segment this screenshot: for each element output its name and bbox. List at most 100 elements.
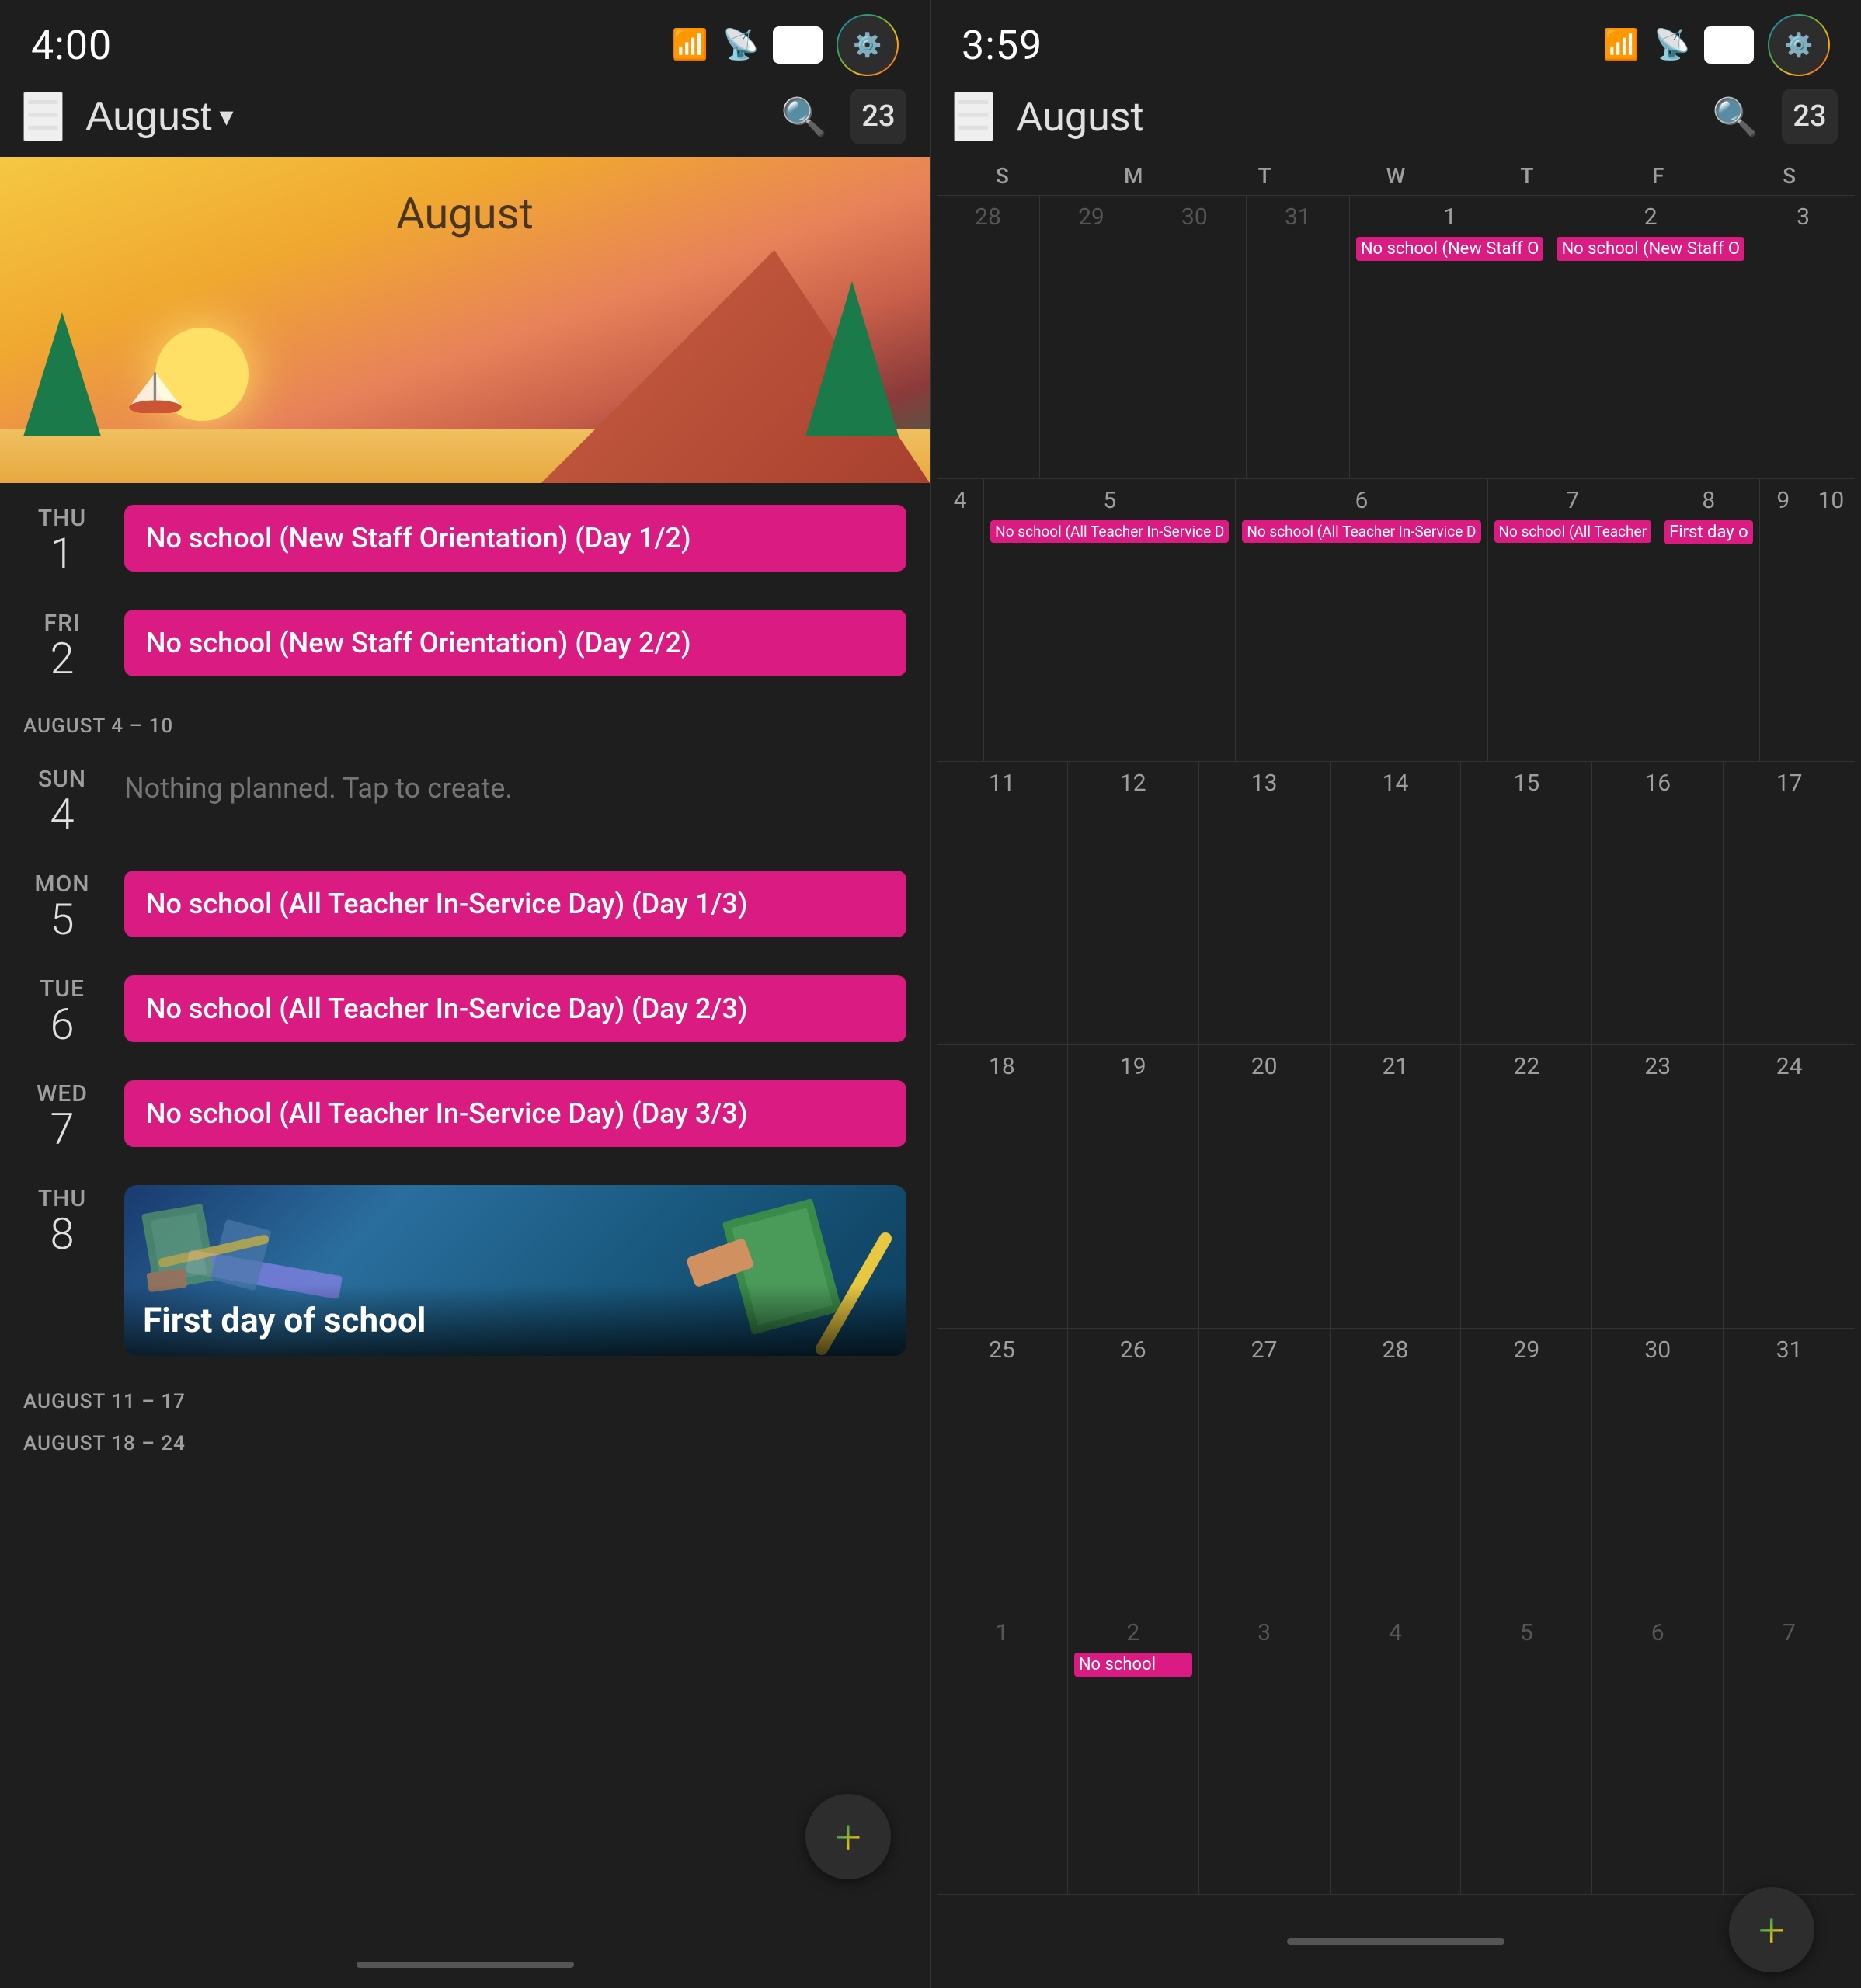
day-block-wed-7: WED 7 No school (All Teacher In-Service … [0, 1058, 930, 1163]
cal-cell-30[interactable]: 30 [1143, 196, 1247, 478]
right-status-bar: 3:59 📶 📡 97 ⚙️ [930, 0, 1861, 82]
weekday-sat: S [1724, 163, 1855, 189]
cal-cell-aug24[interactable]: 24 [1724, 1045, 1855, 1328]
cal-cell-aug20[interactable]: 20 [1199, 1045, 1331, 1328]
cal-cell-29[interactable]: 29 [1040, 196, 1143, 478]
cal-cell-sep3[interactable]: 3 [1199, 1611, 1331, 1894]
left-top-bar: ☰ August ▾ 🔍 23 [0, 82, 930, 157]
calendar-grid: 28 29 30 31 1 No school (New Staff O 2 N… [937, 195, 1855, 1895]
events-list: THU 1 No school (New Staff Orientation) … [0, 483, 930, 1941]
cal-cell-aug1[interactable]: 1 No school (New Staff O [1350, 196, 1551, 478]
cal-cell-aug28[interactable]: 28 [1331, 1329, 1462, 1611]
right-top-bar: ☰ August 🔍 23 [930, 82, 1861, 157]
event-no-school-1[interactable]: No school (New Staff Orientation) (Day 1… [124, 505, 906, 572]
cal-cell-aug6[interactable]: 6 No school (All Teacher In-Service D [1236, 479, 1487, 762]
week-sep-label-1: AUGUST 4 – 10 [23, 714, 173, 738]
hero-month-label: August [396, 188, 534, 239]
right-menu-button[interactable]: ☰ [954, 92, 993, 141]
cal-cell-sep6[interactable]: 6 [1592, 1611, 1724, 1894]
cal-cell-aug13[interactable]: 13 [1199, 762, 1331, 1044]
cal-cell-sep1[interactable]: 1 [937, 1611, 1068, 1894]
cal-event-aug5: No school (All Teacher In-Service D [990, 520, 1229, 543]
cal-cell-aug27[interactable]: 27 [1199, 1329, 1331, 1611]
cal-cell-aug17[interactable]: 17 [1724, 762, 1855, 1044]
cal-cell-aug9[interactable]: 9 [1760, 479, 1807, 762]
cal-cell-aug19[interactable]: 19 [1068, 1045, 1199, 1328]
day-num-1: 1 [50, 532, 74, 575]
event-no-school-2[interactable]: No school (New Staff Orientation) (Day 2… [124, 610, 906, 676]
search-button[interactable]: 🔍 [781, 95, 827, 139]
day-events-1: No school (New Staff Orientation) (Day 1… [124, 502, 906, 572]
cal-cell-aug21[interactable]: 21 [1331, 1045, 1462, 1328]
hero-tree2-decoration [805, 281, 899, 436]
event-no-school-5[interactable]: No school (All Teacher In-Service Day) (… [124, 871, 906, 937]
right-search-button[interactable]: 🔍 [1712, 95, 1758, 139]
cal-cell-31[interactable]: 31 [1247, 196, 1350, 478]
cal-cell-aug2[interactable]: 2 No school (New Staff O [1550, 196, 1751, 478]
cal-event-aug8: First day o [1664, 520, 1753, 544]
cal-cell-aug16[interactable]: 16 [1592, 762, 1724, 1044]
cal-cell-aug25[interactable]: 25 [937, 1329, 1068, 1611]
day-row-5: MON 5 No school (All Teacher In-Service … [23, 849, 906, 954]
cal-cell-aug7[interactable]: 7 No school (All Teacher [1488, 479, 1659, 762]
event-image-title: First day of school [143, 1300, 426, 1340]
calendar-weekday-headers: S M T W T F S [937, 157, 1855, 195]
left-time: 4:00 [31, 22, 112, 69]
cal-cell-aug31[interactable]: 31 [1724, 1329, 1855, 1611]
right-bottom-area: + [930, 1895, 1861, 1988]
week-sep-aug18-24: AUGUST 18 – 24 [0, 1420, 930, 1461]
weekday-thu: T [1461, 163, 1592, 189]
cal-cell-sep7[interactable]: 7 [1724, 1611, 1855, 1894]
cal-cell-aug26[interactable]: 26 [1068, 1329, 1199, 1611]
day-row-7: WED 7 No school (All Teacher In-Service … [23, 1058, 906, 1163]
cal-cell-aug12[interactable]: 12 [1068, 762, 1199, 1044]
cal-week-4: 18 19 20 21 22 23 24 [937, 1045, 1855, 1329]
cal-cell-aug15[interactable]: 15 [1461, 762, 1592, 1044]
cal-cell-sep4[interactable]: 4 [1331, 1611, 1462, 1894]
cal-cell-sep2[interactable]: 2 No school [1068, 1611, 1199, 1894]
cal-cell-aug5[interactable]: 5 No school (All Teacher In-Service D [984, 479, 1236, 762]
fab-button[interactable]: + [805, 1794, 891, 1879]
left-content: August THU 1 [0, 157, 930, 1941]
cal-cell-aug29[interactable]: 29 [1461, 1329, 1592, 1611]
cal-event-aug2: No school (New Staff O [1557, 237, 1744, 261]
month-dropdown-button[interactable]: August ▾ [86, 93, 234, 140]
cal-cell-aug22[interactable]: 22 [1461, 1045, 1592, 1328]
event-first-day-school[interactable]: First day of school [124, 1185, 906, 1356]
cal-cell-aug10[interactable]: 10 [1807, 479, 1855, 762]
today-date-badge[interactable]: 23 [850, 89, 906, 144]
left-home-indicator [0, 1941, 930, 1988]
day-block-mon-5: MON 5 No school (All Teacher In-Service … [0, 849, 930, 954]
cal-cell-aug11[interactable]: 11 [937, 762, 1068, 1044]
menu-button[interactable]: ☰ [23, 92, 63, 141]
cal-cell-28[interactable]: 28 [937, 196, 1040, 478]
day-label-2: FRI 2 [23, 606, 101, 680]
cal-cell-aug8[interactable]: 8 First day o [1658, 479, 1760, 762]
right-app-icon-inner: ⚙️ [1769, 16, 1828, 75]
day-num-4: 4 [50, 793, 74, 836]
event-image-overlay: First day of school [124, 1284, 906, 1356]
right-fab-button[interactable]: + [1729, 1887, 1814, 1972]
day-label-7: WED 7 [23, 1077, 101, 1151]
weekday-fri: F [1592, 163, 1724, 189]
right-time: 3:59 [962, 22, 1042, 69]
cal-cell-aug23[interactable]: 23 [1592, 1045, 1724, 1328]
hero-boat-decoration [120, 367, 190, 413]
cal-cell-aug3[interactable]: 3 [1751, 196, 1855, 478]
cal-cell-aug30[interactable]: 30 [1592, 1329, 1724, 1611]
week-sep-aug11-17: AUGUST 11 – 17 [0, 1368, 930, 1420]
cal-cell-aug14[interactable]: 14 [1331, 762, 1462, 1044]
right-signal-icon: 📶 [1603, 28, 1640, 62]
fab-plus-icon: + [835, 1809, 861, 1865]
event-no-school-7[interactable]: No school (All Teacher In-Service Day) (… [124, 1080, 906, 1147]
day-row-1: THU 1 No school (New Staff Orientation) … [23, 483, 906, 588]
cal-cell-sep5[interactable]: 5 [1461, 1611, 1592, 1894]
day-events-4: Nothing planned. Tap to create. [124, 763, 906, 811]
day-label-5: MON 5 [23, 867, 101, 941]
cal-cell-aug18[interactable]: 18 [937, 1045, 1068, 1328]
calendar-grid-container: S M T W T F S 28 29 30 31 1 No school (N… [930, 157, 1861, 1895]
cal-cell-aug4[interactable]: 4 [937, 479, 984, 762]
right-today-date-badge[interactable]: 23 [1782, 89, 1838, 144]
event-no-school-6[interactable]: No school (All Teacher In-Service Day) (… [124, 975, 906, 1042]
nothing-planned-4[interactable]: Nothing planned. Tap to create. [124, 766, 906, 811]
